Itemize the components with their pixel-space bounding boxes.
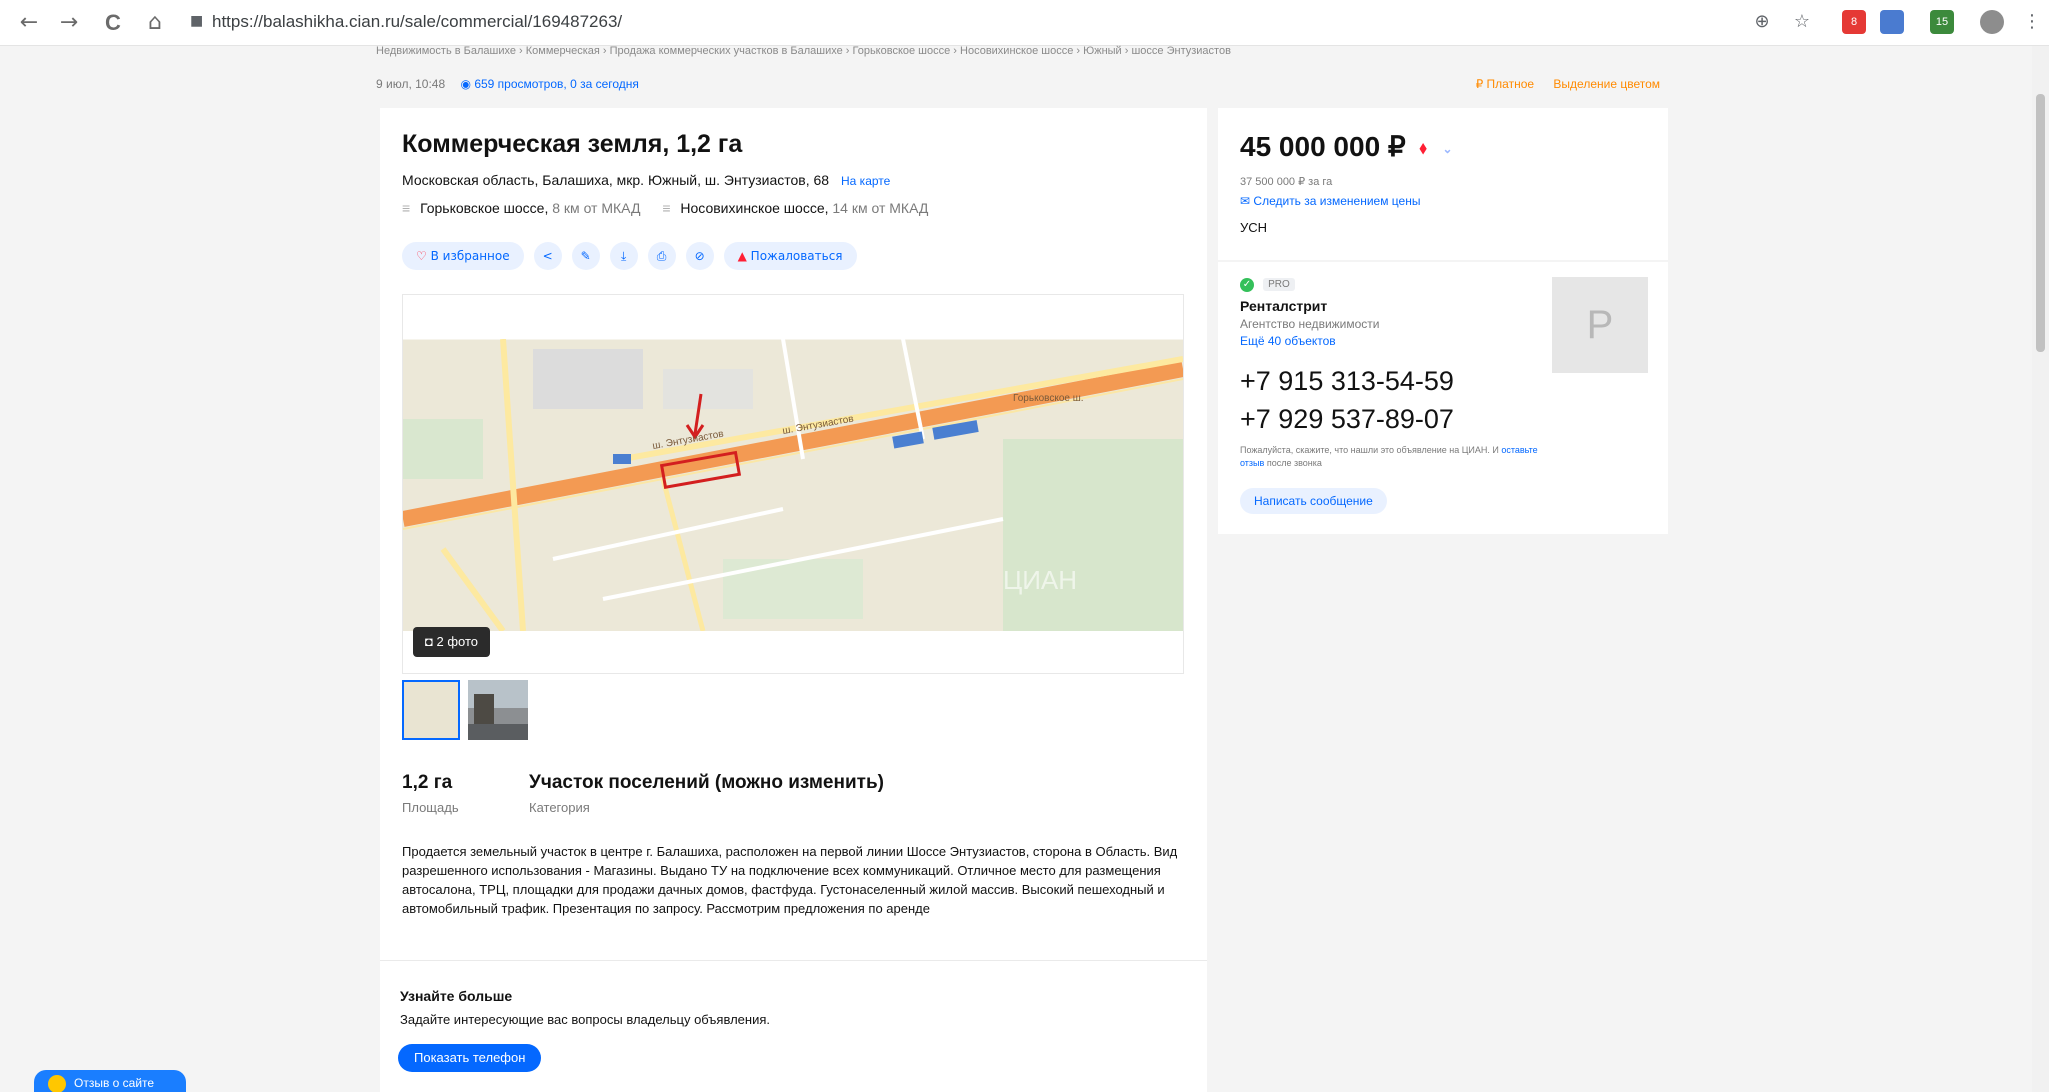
listing-meta: 9 июл, 10:48 ◉ 659 просмотров, 0 за сего… (376, 77, 639, 91)
note-prefix: Пожалуйста, скажите, что нашли это объяв… (1240, 445, 1499, 455)
highway-1-name: Горьковское шоссе, (420, 200, 549, 216)
area-value: 1,2 га (402, 772, 453, 793)
phone-1[interactable]: +7 915 313-54-59 (1240, 366, 1454, 397)
publish-date: 9 июл, 10:48 (376, 77, 446, 91)
highways: ≡ Горьковское шоссе, 8 км от МКАД ≡ Носо… (402, 200, 928, 216)
thumbnail-road (468, 724, 528, 740)
extension-counter-icon[interactable]: 15 (1930, 10, 1954, 34)
feedback-label: Отзыв о сайте (74, 1076, 155, 1090)
on-map-link[interactable]: На карте (841, 174, 890, 188)
forward-icon[interactable]: → (56, 10, 82, 36)
divider (380, 960, 1207, 961)
edit-icon[interactable]: ✎ (571, 242, 600, 270)
note-suffix: после звонка (1266, 458, 1322, 468)
hide-icon[interactable]: ⊘ (685, 242, 714, 270)
zoom-icon[interactable]: ⊕ (1750, 10, 1774, 34)
thumbnail-tree (474, 694, 494, 724)
chevron-down-icon[interactable]: ⌄ (1443, 142, 1453, 156)
tax-system: УСН (1240, 220, 1268, 235)
share-icon[interactable]: < (533, 242, 562, 270)
map-watermark: ЦИАН (1003, 565, 1077, 595)
breadcrumb[interactable]: Недвижимость в Балашихе › Коммерческая ›… (376, 45, 1231, 57)
thumbnail-photo[interactable] (468, 680, 528, 740)
profile-avatar-icon[interactable] (1980, 10, 2004, 34)
browser-menu-icon[interactable]: ⋮ (2020, 10, 2044, 34)
description: Продается земельный участок в центре г. … (402, 844, 1178, 916)
complain-button[interactable]: ▲ Пожаловаться (723, 242, 857, 270)
agent-card: ✓ PRO Ренталстрит Агентство недвижимости… (1218, 262, 1668, 534)
verified-check-icon: ✓ (1240, 278, 1254, 292)
eye-icon: ◉ (460, 77, 471, 91)
phone-2[interactable]: +7 929 537-89-07 (1240, 404, 1454, 435)
agent-type: Агентство недвижимости (1240, 317, 1380, 331)
address-bar[interactable]: ■ https://balashikha.cian.ru/sale/commer… (190, 9, 1750, 37)
page-scrollbar[interactable] (2032, 46, 2049, 1092)
highway-icon: ≡ (402, 200, 411, 216)
favorite-label: В избранное (430, 249, 510, 263)
address: Московская область, Балашиха, мкр. Южный… (402, 172, 890, 188)
promo-labels: ₽ Платное Выделение цветом (1460, 77, 1660, 91)
learn-more-text: Задайте интересующие вас вопросы владель… (400, 1012, 770, 1027)
highway-2-distance: 14 км от МКАД (832, 200, 929, 216)
highway-icon: ≡ (662, 200, 671, 216)
print-icon[interactable]: ⎙ (647, 242, 676, 270)
agent-logo[interactable]: Р (1552, 277, 1648, 373)
smile-icon (48, 1075, 66, 1092)
show-phone-button[interactable]: Показать телефон (398, 1044, 542, 1072)
price-value: 45 000 000 ₽ (1240, 131, 1406, 162)
mail-icon: ✉ (1240, 194, 1251, 208)
scrollbar-thumb[interactable] (2036, 94, 2045, 352)
area-label: Площадь (402, 800, 459, 815)
site-feedback-button[interactable]: Отзыв о сайте (34, 1070, 186, 1092)
pro-badge: ✓ PRO (1240, 278, 1295, 292)
price: 45 000 000 ₽ ⬧ ⌄ (1240, 130, 1453, 163)
extension-icon[interactable] (1880, 10, 1904, 34)
price-per-area: 37 500 000 ₽ за га (1240, 176, 1333, 188)
home-icon[interactable]: ⌂ (142, 10, 168, 36)
category-value: Участок поселений (можно изменить) (529, 772, 884, 793)
thumbnail-map[interactable] (402, 680, 460, 740)
learn-more-title: Узнайте больше (400, 988, 513, 1004)
highway-1-distance: 8 км от МКАД (552, 200, 641, 216)
browser-toolbar: ← → C ⌂ ■ https://balashikha.cian.ru/sal… (0, 0, 2049, 46)
follow-price-label: Следить за изменением цены (1253, 194, 1421, 208)
favorite-button[interactable]: ♡ В избранное (402, 242, 524, 270)
extension-badge-icon[interactable]: 8 (1842, 10, 1866, 34)
lock-icon: ■ (190, 13, 204, 29)
agent-name[interactable]: Ренталстрит (1240, 298, 1327, 314)
views-link[interactable]: 659 просмотров, 0 за сегодня (474, 77, 639, 91)
listing-card: Коммерческая земля, 1,2 га Московская об… (380, 108, 1207, 1092)
call-note: Пожалуйста, скажите, что нашли это объяв… (1240, 444, 1540, 470)
address-text: Московская область, Балашиха, мкр. Южный… (402, 172, 830, 188)
url-text: https://balashikha.cian.ru/sale/commerci… (212, 12, 623, 31)
warning-icon: ▲ (737, 249, 747, 263)
location-map: Горьковское ш. ш. Энтузиастов ш. Энтузиа… (403, 339, 1183, 631)
category-label: Категория (529, 800, 590, 815)
pro-label: PRO (1263, 278, 1295, 291)
highlight-label: Выделение цветом (1553, 77, 1660, 91)
price-trend-icon[interactable]: ⬧ (1420, 140, 1427, 157)
price-card: 45 000 000 ₽ ⬧ ⌄ 37 500 000 ₽ за га ✉ Сл… (1218, 108, 1668, 260)
complain-label: Пожаловаться (750, 249, 843, 263)
photo-gallery[interactable]: Горьковское ш. ш. Энтузиастов ш. Энтузиа… (402, 294, 1184, 674)
map-label-highway: Горьковское ш. (1013, 393, 1084, 404)
back-icon[interactable]: ← (16, 10, 42, 36)
reload-icon[interactable]: C (100, 10, 126, 36)
bookmark-star-icon[interactable]: ☆ (1790, 10, 1814, 34)
action-bar: ♡ В избранное < ✎ ⤓ ⎙ ⊘ ▲ Пожаловаться (402, 242, 857, 270)
page-title: Коммерческая земля, 1,2 га (402, 130, 743, 158)
download-icon[interactable]: ⤓ (609, 242, 638, 270)
agent-more-link[interactable]: Ещё 40 объектов (1240, 334, 1336, 348)
write-message-button[interactable]: Написать сообщение (1240, 488, 1387, 514)
heart-icon: ♡ (416, 249, 427, 263)
photo-count-label: 2 фото (436, 634, 479, 649)
paid-label: ₽ Платное (1475, 77, 1535, 91)
camera-icon: ◘ (425, 634, 433, 649)
follow-price-link[interactable]: ✉ Следить за изменением цены (1240, 194, 1420, 208)
photo-count-button[interactable]: ◘ 2 фото (413, 627, 491, 657)
highway-2-name: Носовихинское шоссе, (680, 200, 829, 216)
